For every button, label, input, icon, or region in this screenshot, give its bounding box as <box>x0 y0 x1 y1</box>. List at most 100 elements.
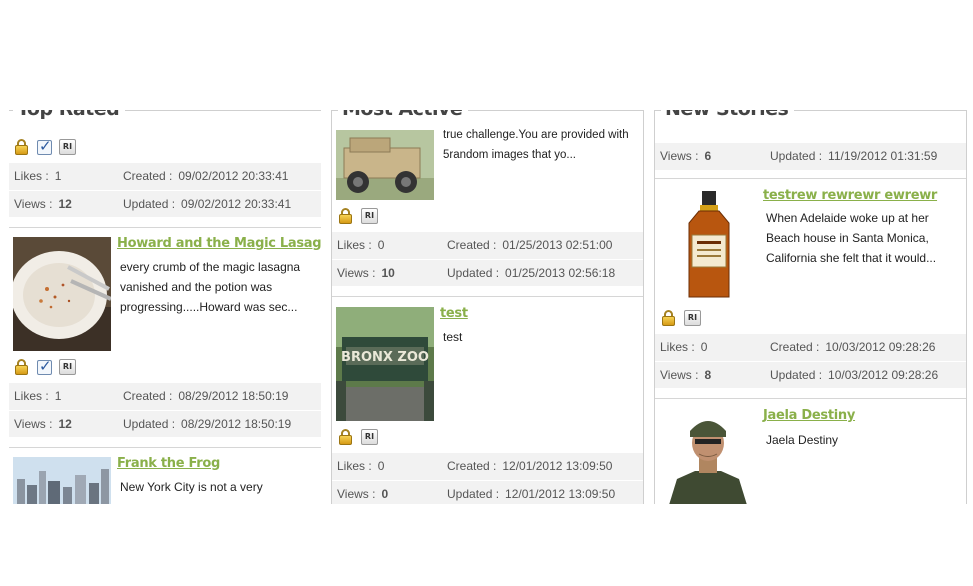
updated-label: Updated : <box>447 266 500 280</box>
story-thumbnail[interactable] <box>659 189 757 303</box>
story-card: true challenge.You are provided with 5ra… <box>332 111 643 296</box>
views-label: Views : <box>14 417 53 431</box>
likes-row: Likes : 0 Created : 10/03/2012 09:28:26 <box>655 334 966 361</box>
views-count: 0 <box>381 487 389 501</box>
lock-icon[interactable] <box>338 208 354 224</box>
updated-date: 08/29/2012 18:50:19 <box>181 417 292 431</box>
ri-badge-icon[interactable]: RI <box>59 359 76 375</box>
story-actions: RI <box>338 207 378 225</box>
views-row: Views : 8 Updated : 10/03/2012 09:28:26 <box>655 361 966 388</box>
views-label: Views : <box>14 197 53 211</box>
likes-count: 1 <box>54 169 62 183</box>
story-actions: ✓ RI <box>14 358 76 376</box>
story-stats: Likes : 1 Created : 08/29/2012 18:50:19 Vi… <box>9 383 321 437</box>
lock-icon[interactable] <box>661 310 677 326</box>
story-excerpt: true challenge.You are provided with 5ra… <box>443 129 629 161</box>
views-label: Views : <box>337 487 376 501</box>
column-heading: Top Rated <box>13 110 126 120</box>
story-stats: Likes : 0 Created : 01/25/2013 02:51:00 Vi… <box>332 232 643 286</box>
story-title-link[interactable]: Jaela Destiny <box>763 408 855 423</box>
created-label: Created : <box>447 459 497 473</box>
updated-label: Updated : <box>123 197 176 211</box>
story-card: Jaela Destiny Jaela Destiny <box>655 398 966 504</box>
created-label: Created : <box>447 238 497 252</box>
story-title-link[interactable]: Howard and the Magic Lasagna <box>117 236 321 251</box>
lock-icon[interactable] <box>14 359 30 375</box>
likes-row: Likes : 0 Created : 12/01/2012 13:09:50 <box>332 453 643 480</box>
updated-label: Updated : <box>123 417 176 431</box>
updated-date: 11/19/2012 01:31:59 <box>828 149 938 163</box>
updated-label: Updated : <box>447 487 500 501</box>
views-row: Views : 6 Updated : 11/19/2012 01:31:59 <box>655 143 966 170</box>
created-label: Created : <box>770 340 820 354</box>
ri-badge-icon[interactable]: RI <box>361 429 378 445</box>
created-label: Created : <box>123 389 173 403</box>
story-title-link[interactable]: Frank the Frog <box>117 456 220 471</box>
story-thumbnail[interactable] <box>13 237 111 351</box>
views-count: 8 <box>704 368 712 382</box>
story-excerpt: test <box>443 330 463 344</box>
created-date: 01/25/2013 02:51:00 <box>502 238 613 252</box>
story-thumbnail[interactable] <box>336 130 434 200</box>
story-actions: RI <box>338 428 378 446</box>
updated-date: 01/25/2013 02:56:18 <box>505 266 616 280</box>
story-thumbnail[interactable] <box>13 457 111 504</box>
ri-badge-icon[interactable]: RI <box>59 139 76 155</box>
created-date: 09/02/2012 20:33:41 <box>178 169 289 183</box>
story-title-link[interactable]: testrew rewrewr ewrewr <box>763 188 937 203</box>
checkbox-icon[interactable]: ✓ <box>37 138 52 155</box>
story-card: Frank the Frog New York City is not a ve… <box>9 447 321 504</box>
story-thumbnail[interactable]: BRONX ZOO <box>336 307 434 421</box>
updated-label: Updated : <box>770 149 823 163</box>
views-row: Views : 12 Updated : 08/29/2012 18:50:19 <box>9 410 321 437</box>
lock-icon[interactable] <box>338 429 354 445</box>
created-date: 12/01/2012 13:09:50 <box>502 459 613 473</box>
likes-label: Likes : <box>14 169 49 183</box>
most-active-column: Most Active true challenge.You are provi… <box>331 110 644 504</box>
lock-icon[interactable] <box>14 139 30 155</box>
column-body: true challenge.You are provided with 5ra… <box>332 111 643 504</box>
likes-row: Likes : 1 Created : 09/02/2012 20:33:41 <box>9 163 321 190</box>
new-stories-column: New Stories Views :6 Updated :11/19/2012… <box>654 110 967 504</box>
story-excerpt: When Adelaide woke up at her Beach house… <box>766 211 937 265</box>
story-title-link[interactable]: test <box>440 306 468 321</box>
likes-count: 0 <box>377 238 385 252</box>
updated-date: 12/01/2012 13:09:50 <box>505 487 616 501</box>
views-row: Views : 0 Updated : 12/01/2012 13:09:50 <box>332 480 643 504</box>
views-label: Views : <box>660 149 699 163</box>
views-count: 10 <box>381 266 395 280</box>
created-date: 08/29/2012 18:50:19 <box>178 389 289 403</box>
checkbox-icon[interactable]: ✓ <box>37 358 52 375</box>
likes-row: Likes : 1 Created : 08/29/2012 18:50:19 <box>9 383 321 410</box>
likes-label: Likes : <box>14 389 49 403</box>
created-label: Created : <box>123 169 173 183</box>
story-actions: ✓ RI <box>14 138 76 156</box>
likes-label: Likes : <box>660 340 695 354</box>
views-count: 12 <box>58 417 72 431</box>
views-label: Views : <box>660 368 699 382</box>
likes-label: Likes : <box>337 459 372 473</box>
updated-label: Updated : <box>770 368 823 382</box>
story-stats: Likes : 0 Created : 10/03/2012 09:28:26 Vi… <box>655 334 966 388</box>
updated-date: 09/02/2012 20:33:41 <box>181 197 292 211</box>
likes-row: Likes : 0 Created : 01/25/2013 02:51:00 <box>332 232 643 259</box>
likes-count: 0 <box>700 340 708 354</box>
top-rated-column: Top Rated ✓ RI Likes : 1 Created : 09/02/2… <box>9 110 321 504</box>
story-thumbnail[interactable] <box>659 409 757 504</box>
story-actions: RI <box>661 309 701 327</box>
updated-date: 10/03/2012 09:28:26 <box>828 368 939 382</box>
likes-count: 1 <box>54 389 62 403</box>
likes-count: 0 <box>377 459 385 473</box>
views-label: Views : <box>337 266 376 280</box>
story-stats: Likes : 1 Created : 09/02/2012 20:33:41 Vi… <box>9 163 321 217</box>
views-count: 6 <box>704 149 712 163</box>
column-body: ✓ RI Likes : 1 Created : 09/02/2012 20:33:… <box>9 138 321 504</box>
story-card: testrew rewrewr ewrewr When Adelaide wok… <box>655 178 966 398</box>
ri-badge-icon[interactable]: RI <box>361 208 378 224</box>
ri-badge-icon[interactable]: RI <box>684 310 701 326</box>
likes-label: Likes : <box>337 238 372 252</box>
story-stats: Views : 6 Updated : 11/19/2012 01:31:59 <box>655 143 966 170</box>
story-excerpt: New York City is not a very <box>120 480 263 494</box>
column-body: Views : 6 Updated : 11/19/2012 01:31:59 te… <box>655 111 966 504</box>
story-excerpt: Jaela Destiny <box>766 433 839 447</box>
